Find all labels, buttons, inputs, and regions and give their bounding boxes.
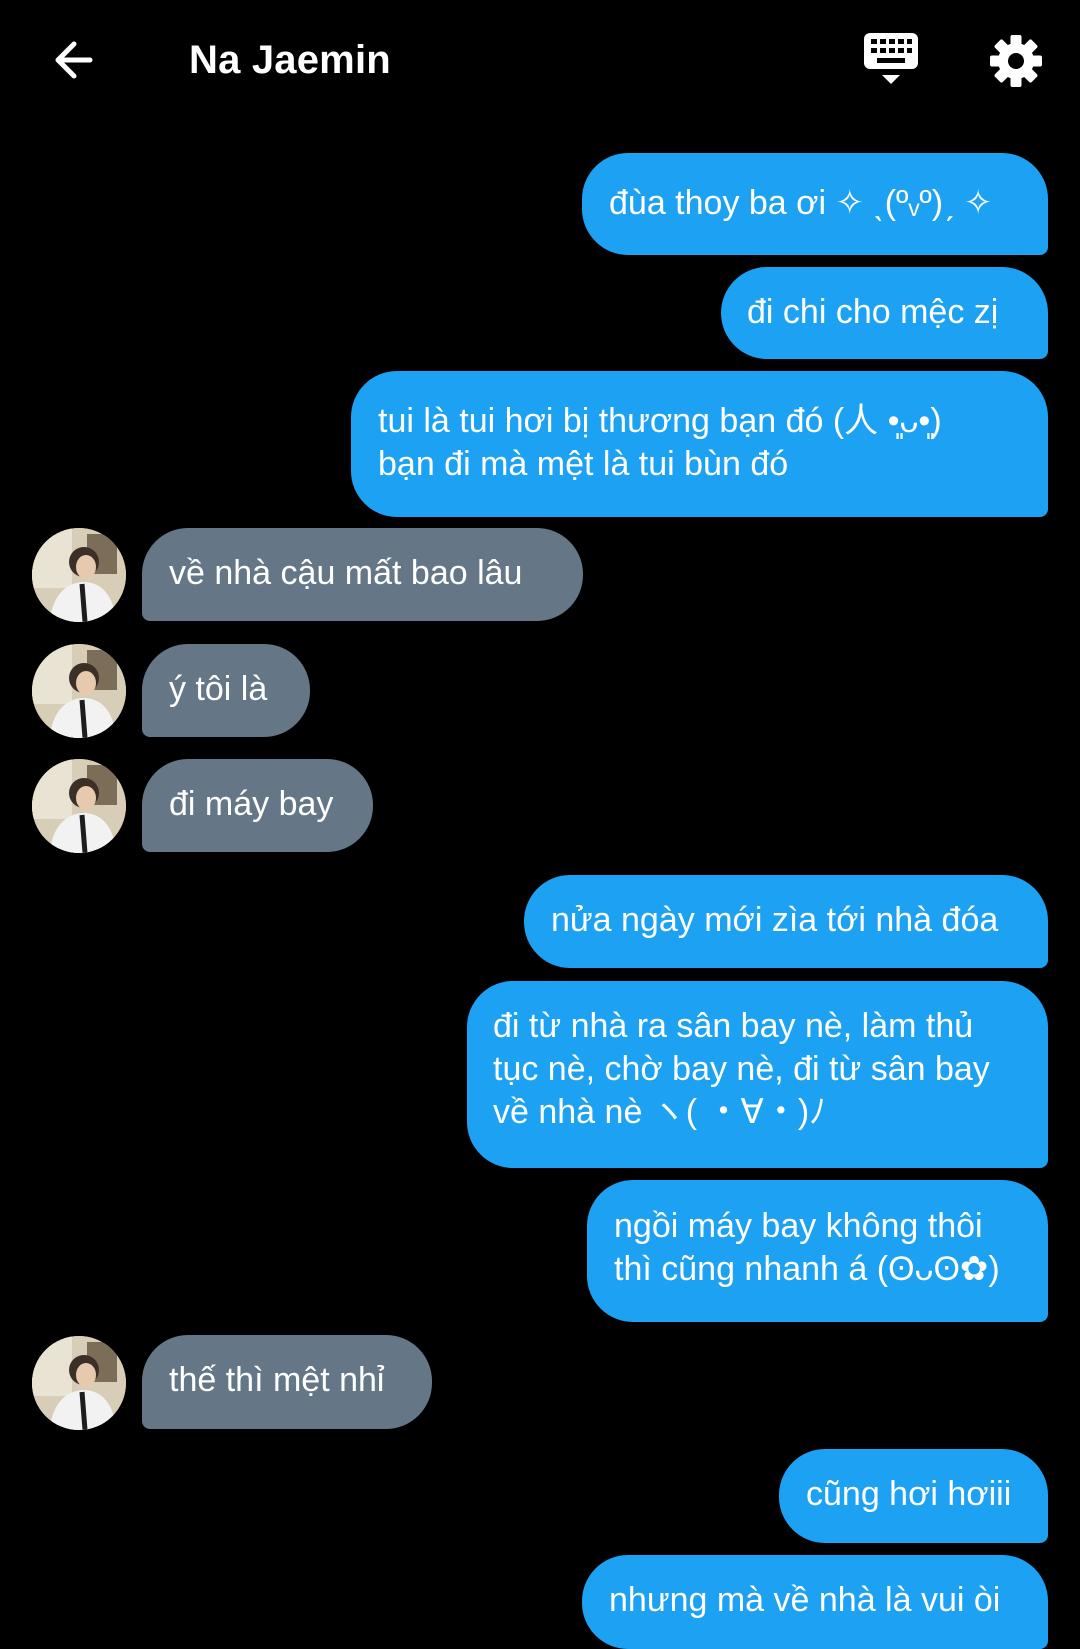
chat-header: Na Jaemin [0,0,1080,120]
message-bubble-outgoing[interactable]: nhưng mà về nhà là vui òi [582,1555,1048,1649]
avatar-photo [32,528,126,622]
contact-avatar[interactable] [32,1336,126,1430]
message-text: đi chi cho mệc zị [747,293,999,331]
message-bubble-incoming[interactable]: thế thì mệt nhỉ [142,1335,432,1429]
message-bubble-outgoing[interactable]: nửa ngày mới zìa tới nhà đóa [524,875,1048,968]
message-text: cũng hơi hơiii [806,1475,1012,1513]
message-text: ngồi máy bay không thôi thì cũng nhanh á… [614,1207,1000,1288]
message-text: đi máy bay [169,785,334,823]
message-bubble-outgoing[interactable]: đùa thoy ba ơi ✧ ˎ(ºᵥº)ˏ ✧ [582,153,1048,255]
message-bubble-outgoing[interactable]: tui là tui hơi bị thương bạn đó (人 •͈ᴗ•͈… [351,371,1048,517]
message-text: ý tôi là [169,670,268,708]
message-bubble-incoming[interactable]: đi máy bay [142,759,373,852]
arrow-left-icon [55,41,93,79]
keyboard-icon [864,33,918,84]
message-text: đùa thoy ba ơi ✧ ˎ(ºᵥº)ˏ ✧ [609,184,993,222]
message-text: tui là tui hơi bị thương bạn đó (人 •͈ᴗ•͈… [378,402,942,483]
message-bubble-incoming[interactable]: về nhà cậu mất bao lâu [142,528,583,621]
message-bubble-outgoing[interactable]: đi từ nhà ra sân bay nè, làm thủ tục nè,… [467,981,1048,1168]
message-bubble-outgoing[interactable]: ngồi máy bay không thôi thì cũng nhanh á… [587,1180,1048,1322]
contact-avatar[interactable] [32,528,126,622]
message-text: đi từ nhà ra sân bay nè, làm thủ tục nè,… [493,1007,990,1131]
message-text: nửa ngày mới zìa tới nhà đóa [551,901,999,939]
message-text: nhưng mà về nhà là vui òi [609,1581,1001,1619]
settings-button[interactable] [985,30,1047,92]
back-button[interactable] [44,30,104,90]
message-bubble-outgoing[interactable]: đi chi cho mệc zị [721,267,1048,359]
keyboard-button[interactable] [858,30,924,92]
message-bubble-incoming[interactable]: ý tôi là [142,644,310,737]
contact-avatar[interactable] [32,644,126,738]
message-text: thế thì mệt nhỉ [169,1361,385,1399]
conversation-title: Na Jaemin [189,38,391,82]
avatar-photo [32,1336,126,1430]
contact-avatar[interactable] [32,759,126,853]
message-bubble-outgoing[interactable]: cũng hơi hơiii [779,1449,1048,1543]
avatar-photo [32,759,126,853]
avatar-photo [32,644,126,738]
gear-icon [990,35,1042,87]
message-text: về nhà cậu mất bao lâu [169,554,523,592]
